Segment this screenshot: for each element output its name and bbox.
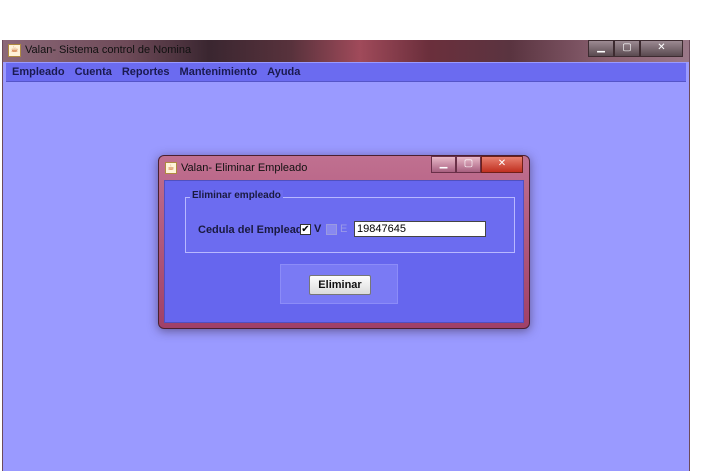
dialog-body: Eliminar empleado Cedula del Empleado ✔ … [164, 180, 524, 323]
maximize-button[interactable]: ▢ [614, 40, 640, 57]
menu-reportes[interactable]: Reportes [117, 66, 175, 78]
checkbox-v[interactable]: ✔ [300, 224, 311, 235]
dialog-maximize-button[interactable]: ▢ [456, 156, 481, 173]
dialog-title: Valan- Eliminar Empleado [181, 162, 308, 174]
checkbox-e-label: E [340, 223, 348, 235]
menubar: Empleado Cuenta Reportes Mantenimiento A… [6, 63, 686, 82]
menu-empleado[interactable]: Empleado [6, 66, 70, 78]
main-titlebar[interactable]: ☕ Valan- Sistema control de Nomina ▁ ▢ ✕ [3, 40, 689, 62]
checkbox-v-label: V [314, 223, 322, 235]
eliminar-button[interactable]: Eliminar [309, 275, 371, 295]
java-app-icon: ☕ [8, 44, 21, 57]
checkbox-e[interactable] [326, 224, 337, 235]
group-title: Eliminar empleado [190, 190, 283, 201]
menu-ayuda[interactable]: Ayuda [262, 66, 305, 78]
cedula-label: Cedula del Empleado [198, 224, 310, 236]
menu-cuenta[interactable]: Cuenta [70, 66, 117, 78]
dialog-titlebar[interactable]: ☕ Valan- Eliminar Empleado ▁ ▢ ✕ [159, 156, 529, 178]
menu-mantenimiento[interactable]: Mantenimiento [175, 66, 263, 78]
eliminar-empleado-group: Eliminar empleado Cedula del Empleado ✔ … [185, 190, 515, 253]
main-window-title: Valan- Sistema control de Nomina [25, 44, 192, 56]
java-app-icon: ☕ [165, 162, 177, 174]
dialog-window-controls: ▁ ▢ ✕ [431, 156, 523, 174]
minimize-button[interactable]: ▁ [588, 40, 614, 57]
dialog-minimize-button[interactable]: ▁ [431, 156, 456, 173]
main-window-controls: ▁ ▢ ✕ [588, 40, 683, 58]
close-button[interactable]: ✕ [640, 40, 683, 57]
cedula-input[interactable]: 19847645 [354, 221, 486, 237]
dialog-close-button[interactable]: ✕ [481, 156, 523, 173]
button-panel: Eliminar [280, 264, 398, 304]
eliminar-empleado-dialog: ☕ Valan- Eliminar Empleado ▁ ▢ ✕ Elimina… [158, 155, 530, 329]
